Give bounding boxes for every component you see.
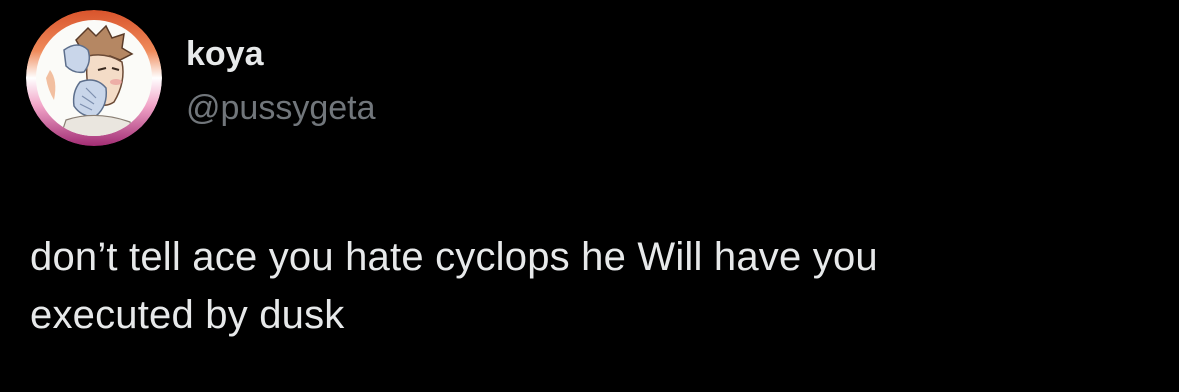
- avatar-illustration-icon: [26, 10, 162, 146]
- avatar[interactable]: [26, 10, 162, 146]
- tweet-text-line: don’t tell ace you hate cyclops he Will …: [30, 235, 878, 279]
- tweet-text: don’t tell ace you hate cyclops he Will …: [30, 228, 1150, 344]
- author-display-name[interactable]: koya: [186, 32, 264, 76]
- author-handle[interactable]: @pussygeta: [186, 86, 376, 130]
- tweet-card: koya @pussygeta don’t tell ace you hate …: [0, 0, 1179, 392]
- tweet-text-line: executed by dusk: [30, 293, 345, 337]
